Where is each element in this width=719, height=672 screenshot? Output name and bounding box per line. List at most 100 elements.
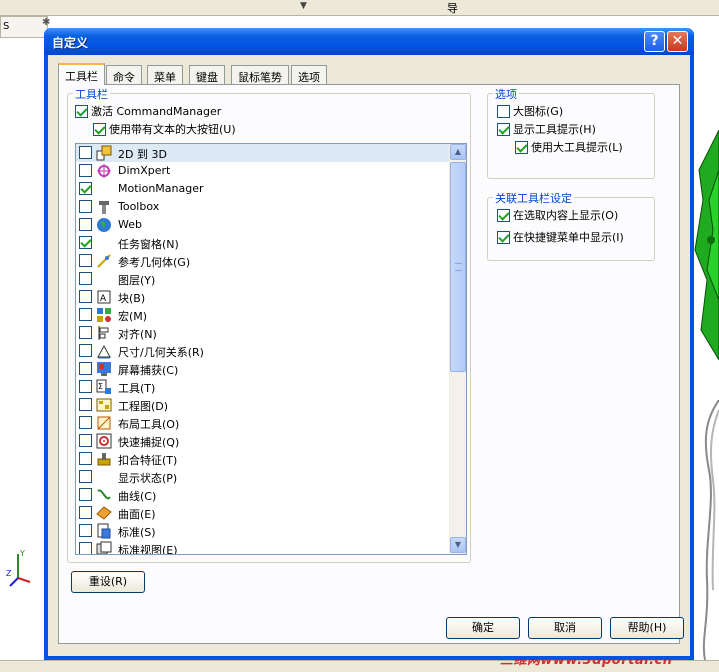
close-icon[interactable]: ✕ [667,31,688,52]
green-model-fragment [694,130,719,360]
list-item-label: 曲面(E) [118,508,156,521]
show-tooltips-option[interactable]: 显示工具提示(H) [497,121,596,137]
list-item[interactable]: 曲面(E) [76,504,450,522]
svg-text:Z: Z [6,569,12,578]
macro-icon [97,308,111,322]
activate-commandmanager-checkbox[interactable] [75,104,88,118]
list-item[interactable]: DimXpert [76,162,450,180]
dropdown-arrow-icon[interactable]: ▼ [300,1,307,11]
list-item[interactable]: 工程图(D) [76,396,450,414]
show-in-shortcut-menu-label: 在快捷键菜单中显示(I) [513,231,624,244]
list-item[interactable]: 标准(S) [76,522,450,540]
list-item[interactable]: 扣合特征(T) [76,450,450,468]
list-item[interactable]: 标准视图(E) [76,540,450,555]
block-icon: A [97,290,111,304]
list-item-checkbox[interactable] [79,362,92,375]
list-item-checkbox[interactable] [79,290,92,303]
list-item[interactable]: 屏幕捕获(C) [76,360,450,378]
list-item[interactable]: Web [76,216,450,234]
list-item[interactable]: 图层(Y) [76,270,450,288]
large-icons-option[interactable]: 大图标(G) [497,103,563,119]
list-item-checkbox[interactable] [79,506,92,519]
list-item[interactable]: 快速捕捉(Q) [76,432,450,450]
app-tab-fragment[interactable]: S [0,16,48,38]
standard-views-icon [96,541,112,554]
drawing-icon [96,398,112,412]
customize-dialog: 自定义 ? ✕ 工具栏 命令 菜单 键盘 鼠标笔势 选项 工具栏 激活 Comm… [44,28,694,660]
scroll-thumb[interactable] [450,162,466,372]
list-item-checkbox[interactable] [79,254,92,267]
large-icons-checkbox[interactable] [497,104,510,118]
list-item[interactable]: 对齐(N) [76,324,450,342]
show-on-selection-option[interactable]: 在选取内容上显示(O) [497,207,618,223]
large-buttons-option[interactable]: 使用带有文本的大按钮(U) [93,121,236,137]
list-item-checkbox[interactable] [79,452,92,465]
list-item[interactable]: MotionManager [76,180,450,198]
list-item[interactable]: 布局工具(O) [76,414,450,432]
list-item-checkbox[interactable] [79,308,92,321]
list-scrollbar[interactable]: ▲ ▼ [449,144,466,554]
help-icon[interactable]: ? [644,31,665,52]
scroll-down-icon[interactable]: ▼ [450,537,466,553]
show-tooltips-checkbox[interactable] [497,122,510,136]
tab-mouse-gestures[interactable]: 鼠标笔势 [231,65,289,84]
list-item[interactable]: A 块(B) [76,288,450,306]
svg-text:Σ: Σ [98,382,103,391]
activate-commandmanager-label: 激活 CommandManager [91,105,222,118]
list-item-checkbox[interactable] [79,542,92,554]
show-tooltips-label: 显示工具提示(H) [513,123,596,136]
list-item-checkbox[interactable] [79,380,92,393]
tab-menus[interactable]: 菜单 [147,65,183,84]
large-buttons-checkbox[interactable] [93,122,106,136]
title-bar[interactable]: 自定义 ? ✕ [44,28,694,55]
reset-button[interactable]: 重设(R) [71,571,145,593]
globe-icon [97,218,111,232]
list-item-checkbox[interactable] [79,524,92,537]
activate-commandmanager-option[interactable]: 激活 CommandManager [75,103,221,119]
list-item[interactable]: 显示状态(P) [76,468,450,486]
grey-model-fragment [702,400,719,660]
list-item-checkbox[interactable] [79,488,92,501]
tab-options[interactable]: 选项 [291,65,327,84]
list-item-checkbox[interactable] [79,470,92,483]
list-item-label: 标准(S) [118,526,156,539]
list-item-checkbox[interactable] [79,164,92,177]
large-tooltips-checkbox[interactable] [515,140,528,154]
large-tooltips-option[interactable]: 使用大工具提示(L) [515,139,623,155]
list-item[interactable]: 曲线(C) [76,486,450,504]
app-toolbar [0,0,719,16]
list-item[interactable]: Σ 工具(T) [76,378,450,396]
list-item-checkbox[interactable] [79,182,92,195]
tab-commands[interactable]: 命令 [106,65,142,84]
help-button[interactable]: 帮助(H) [610,617,684,639]
list-item[interactable]: 2D 到 3D [76,144,450,162]
align-icon [98,326,109,340]
list-item-checkbox[interactable] [79,344,92,357]
list-item-checkbox[interactable] [79,236,92,249]
list-item-checkbox[interactable] [79,416,92,429]
list-item[interactable]: 任务窗格(N) [76,234,450,252]
show-in-shortcut-menu-checkbox[interactable] [497,230,510,244]
list-item-checkbox[interactable] [79,272,92,285]
list-item-label: 标准视图(E) [118,544,178,555]
list-item-label: 布局工具(O) [118,418,180,431]
show-in-shortcut-menu-option[interactable]: 在快捷键菜单中显示(I) [497,229,624,245]
list-item-checkbox[interactable] [79,218,92,231]
list-item-checkbox[interactable] [79,200,92,213]
list-item[interactable]: Toolbox [76,198,450,216]
list-item-checkbox[interactable] [79,434,92,447]
toolbar-list[interactable]: 2D 到 3D DimXpert MotionManager Toolbox W… [75,143,467,555]
list-item[interactable]: 尺寸/几何关系(R) [76,342,450,360]
scroll-up-icon[interactable]: ▲ [450,144,466,160]
list-item-checkbox[interactable] [79,398,92,411]
list-item[interactable]: 宏(M) [76,306,450,324]
show-on-selection-checkbox[interactable] [497,208,510,222]
list-item-checkbox[interactable] [79,326,92,339]
list-item-label: 尺寸/几何关系(R) [118,346,204,359]
ok-button[interactable]: 确定 [446,617,520,639]
tab-toolbars[interactable]: 工具栏 [58,63,105,85]
cancel-button[interactable]: 取消 [528,617,602,639]
list-item[interactable]: 参考几何体(G) [76,252,450,270]
tab-keyboard[interactable]: 键盘 [189,65,225,84]
list-item-checkbox[interactable] [79,146,92,159]
